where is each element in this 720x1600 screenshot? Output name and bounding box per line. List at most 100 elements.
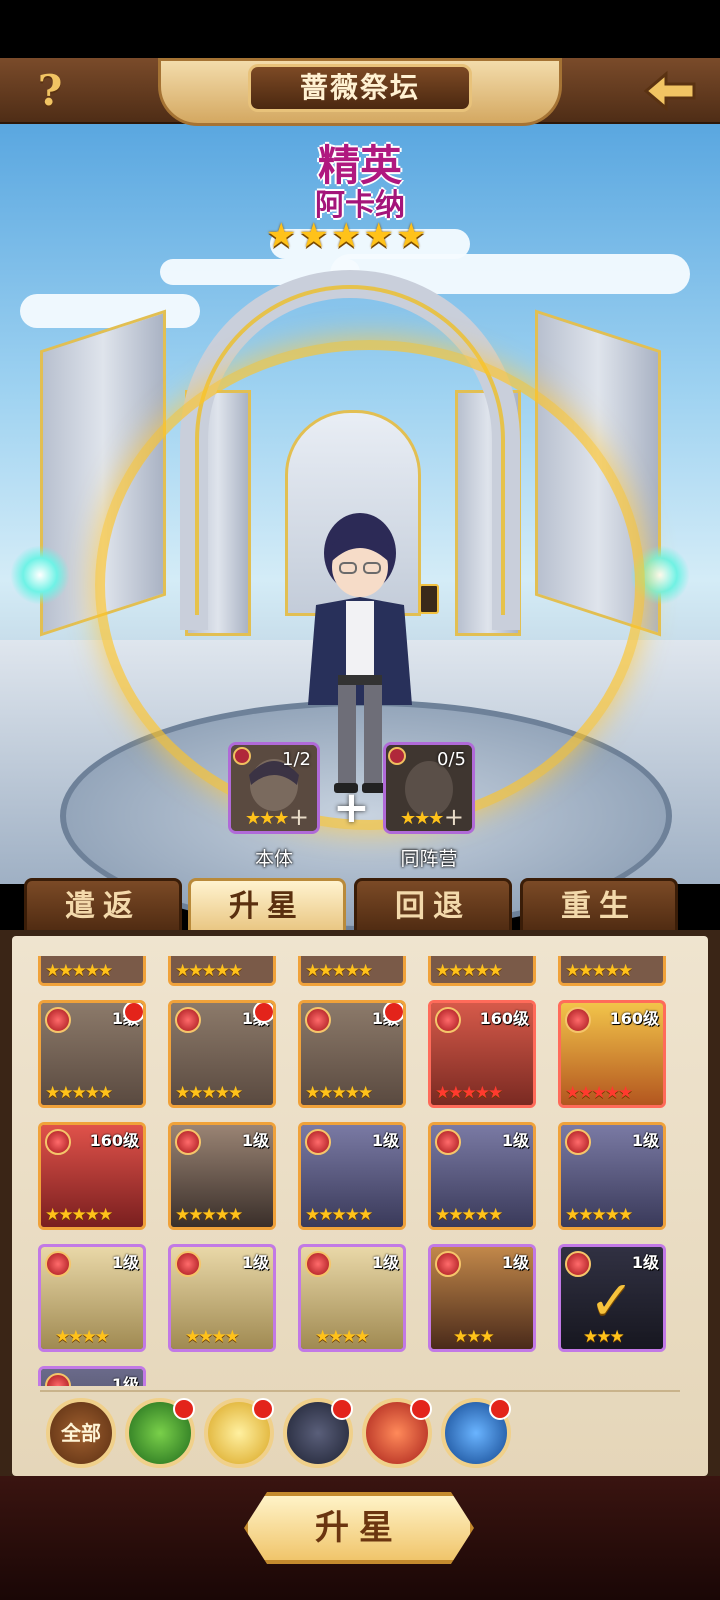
- material-label-faction: 同阵营: [400, 848, 458, 870]
- material-slot-faction[interactable]: 0/5 ★★★ +: [383, 742, 475, 834]
- tab-label: 遣返: [65, 889, 141, 924]
- hero-card[interactable]: 160级 ★★★★★: [558, 1000, 666, 1108]
- hero-level: 1级: [501, 1131, 529, 1150]
- hero-card[interactable]: 1级 ★★★★: [168, 1244, 276, 1352]
- hero-card[interactable]: ★★★★★: [428, 956, 536, 986]
- alert-dot-icon: [252, 1398, 274, 1420]
- water-dragon-faction-icon[interactable]: [441, 1398, 511, 1468]
- star-rating: ★★★★★: [565, 1205, 633, 1225]
- star-rating: ★★★★★: [565, 961, 633, 981]
- hero-card[interactable]: 1级: [38, 1366, 146, 1386]
- faction-icon: [175, 1129, 201, 1155]
- alert-dot-icon: [173, 1398, 195, 1420]
- dark-star-faction-icon[interactable]: [283, 1398, 353, 1468]
- faction-icon: [45, 1007, 71, 1033]
- hero-card[interactable]: 1级 ★★★★★: [298, 1122, 406, 1230]
- glow-orb-left: [10, 545, 70, 605]
- tab-label: 回退: [395, 889, 471, 924]
- star-rating: ★★★★★: [435, 1205, 503, 1225]
- back-arrow-icon[interactable]: [640, 66, 700, 116]
- star-rating: ★★★: [583, 1327, 625, 1347]
- hero-card[interactable]: 1级 ★★★★★: [168, 1122, 276, 1230]
- page-title: 蔷薇祭坛: [248, 64, 472, 112]
- hero-level: 160级: [89, 1131, 139, 1150]
- star-rating: ★★★★: [55, 1327, 110, 1347]
- alert-dot-icon: [383, 1003, 403, 1023]
- material-count: 0/5: [437, 749, 466, 770]
- hero-level: 1级: [501, 1253, 529, 1272]
- faction-icon: [175, 1007, 201, 1033]
- alert-dot-icon: [489, 1398, 511, 1420]
- star-rating: ★★★★★: [435, 961, 503, 981]
- rose-faction-icon[interactable]: [204, 1398, 274, 1468]
- hero-level: 1级: [371, 1253, 399, 1272]
- material-label-self: 本体: [254, 848, 293, 870]
- tab-rebirth[interactable]: 重生: [520, 878, 678, 936]
- star-rating: ★★★★★: [305, 961, 373, 981]
- hero-level: 1级: [111, 1375, 139, 1386]
- alert-dot-icon: [410, 1398, 432, 1420]
- hero-card[interactable]: 1级 ★★★★★: [428, 1122, 536, 1230]
- material-slot-self[interactable]: 1/2 ★★★ +: [228, 742, 320, 834]
- faction-icon: [45, 1251, 71, 1277]
- help-icon[interactable]: ?: [30, 66, 70, 116]
- faction-icon: [305, 1007, 331, 1033]
- faction-icon: [565, 1251, 591, 1277]
- hero-card[interactable]: ★★★★★: [558, 956, 666, 986]
- fire-phoenix-faction-icon[interactable]: [362, 1398, 432, 1468]
- hero-level: 1级: [111, 1253, 139, 1272]
- add-plus-icon: +: [288, 803, 309, 831]
- hero-card[interactable]: 1级 ★★★★★: [168, 1000, 276, 1108]
- star-icon: ★: [266, 216, 297, 256]
- filter-all-button[interactable]: 全部: [46, 1398, 116, 1468]
- hero-card[interactable]: 160级 ★★★★★: [428, 1000, 536, 1108]
- hero-card[interactable]: 1级 ★★★★: [298, 1244, 406, 1352]
- star-rating: ★★★★: [185, 1327, 240, 1347]
- hero-card[interactable]: 1级 ★★★★★: [558, 1122, 666, 1230]
- star-rating: ★★★★★: [175, 1083, 243, 1103]
- hero-card[interactable]: 1级 ★★★★★: [298, 1000, 406, 1108]
- hero-card[interactable]: ★★★★★: [38, 956, 146, 986]
- hero-level: 1级: [371, 1131, 399, 1150]
- hero-card[interactable]: 1级 ★★★★: [38, 1244, 146, 1352]
- material-count: 1/2: [282, 749, 311, 770]
- hero-level: 160级: [479, 1009, 529, 1028]
- star-rating: ★★★★★: [45, 1083, 113, 1103]
- game-screen: 精英 阿卡纳 ★ ★ ★ ★ ★ 1/2 ★★★ + 本体 + 0/5 ★★★ …: [0, 0, 720, 1600]
- hero-card-selected[interactable]: 1级 ✓ ★★★: [558, 1244, 666, 1352]
- hero-card[interactable]: 1级 ★★★★★: [38, 1000, 146, 1108]
- star-up-button[interactable]: 升星: [244, 1492, 474, 1564]
- nature-faction-icon[interactable]: [125, 1398, 195, 1468]
- faction-icon: [565, 1129, 591, 1155]
- hero-card[interactable]: ★★★★★: [168, 956, 276, 986]
- star-rating: ★★★: [453, 1327, 495, 1347]
- hero-card[interactable]: 160级 ★★★★★: [38, 1122, 146, 1230]
- star-rating: ★★★★★: [45, 961, 113, 981]
- hero-level: 1级: [631, 1253, 659, 1272]
- hero-level: 1级: [241, 1131, 269, 1150]
- filter-label: 全部: [61, 1421, 101, 1445]
- star-rating: ★★★★★: [565, 1083, 633, 1103]
- faction-icon: [565, 1007, 591, 1033]
- checkmark-icon: ✓: [589, 1269, 635, 1332]
- star-rating: ★★★★★: [175, 1205, 243, 1225]
- add-plus-icon: +: [443, 803, 464, 831]
- faction-icon: [435, 1007, 461, 1033]
- faction-icon: [175, 1251, 201, 1277]
- tab-rollback[interactable]: 回退: [354, 878, 512, 936]
- tab-dismiss[interactable]: 遣返: [24, 878, 182, 936]
- star-rating: ★★★★: [315, 1327, 370, 1347]
- tab-star-up[interactable]: 升星: [188, 878, 346, 936]
- material-stars: ★★★: [400, 808, 444, 829]
- star-rating: ★★★★★: [435, 1083, 503, 1103]
- tab-label: 升星: [229, 889, 305, 924]
- alert-dot-icon: [123, 1003, 143, 1023]
- hero-card[interactable]: 1级 ★★★: [428, 1244, 536, 1352]
- faction-icon: [305, 1251, 331, 1277]
- faction-icon: [435, 1251, 461, 1277]
- material-stars: ★★★: [245, 808, 289, 829]
- star-icon: ★: [395, 216, 427, 256]
- hero-grid[interactable]: ★★★★★ ★★★★★ ★★★★★ ★★★★★ ★★★★★ 1级 ★★★★★ 1…: [38, 956, 678, 1386]
- faction-icon: [45, 1129, 71, 1155]
- hero-card[interactable]: ★★★★★: [298, 956, 406, 986]
